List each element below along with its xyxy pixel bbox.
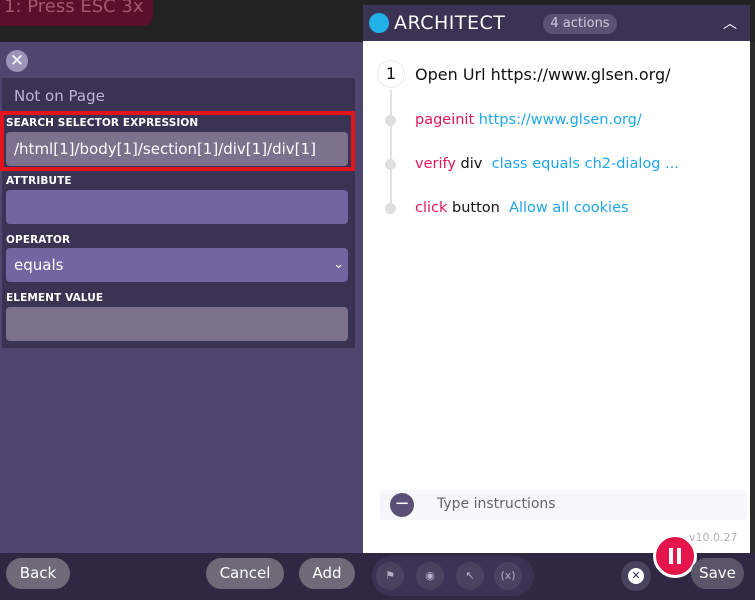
- step-dot: [385, 115, 396, 126]
- step-dot: [385, 203, 396, 214]
- step-value: https://www.glsen.org/: [478, 112, 642, 128]
- flag-icon[interactable]: ⚑: [376, 562, 404, 590]
- step-number: 1: [378, 61, 404, 87]
- operator-value: equals: [14, 256, 64, 274]
- step-dot: [385, 159, 396, 170]
- variable-icon[interactable]: (x): [494, 562, 522, 590]
- step-value: class equals ch2-dialog ...: [491, 156, 679, 172]
- close-icon[interactable]: ✕: [6, 50, 28, 72]
- close-icon: ✕: [628, 568, 644, 584]
- step-verify[interactable]: verify div class equals ch2-dialog ...: [415, 156, 679, 172]
- step-pageinit[interactable]: pageinit https://www.glsen.org/: [415, 112, 642, 128]
- pause-icon: [669, 548, 673, 564]
- attribute-input[interactable]: [6, 190, 348, 224]
- esc-hint: 1: Press ESC 3x: [0, 0, 153, 26]
- element-value-label: ELEMENT VALUE: [6, 292, 104, 304]
- add-button[interactable]: Add: [299, 558, 355, 589]
- architect-panel: [363, 5, 750, 553]
- step-command: verify: [415, 156, 456, 172]
- chevron-down-icon: ⌄: [333, 257, 344, 272]
- actions-count-badge: 4 actions: [543, 14, 617, 34]
- operator-label: OPERATOR: [6, 234, 71, 246]
- cancel-button[interactable]: Cancel: [206, 558, 284, 589]
- chevron-up-icon[interactable]: ︿: [723, 13, 737, 33]
- minus-icon[interactable]: −: [390, 493, 414, 517]
- element-value-input[interactable]: [6, 307, 348, 341]
- architect-title: ARCHITECT: [394, 12, 506, 34]
- pause-icon: [677, 548, 681, 564]
- version-label: v10.0.27: [689, 531, 738, 544]
- step-value: Allow all cookies: [509, 200, 629, 216]
- step-open-url[interactable]: Open Url https://www.glsen.org/: [415, 65, 671, 84]
- step-target: div: [460, 156, 483, 172]
- steps-timeline: [390, 90, 392, 210]
- operator-select[interactable]: equals ⌄: [6, 248, 348, 282]
- step-command: click: [415, 200, 448, 216]
- step-command: pageinit: [415, 112, 475, 128]
- step-target: button: [452, 200, 500, 216]
- instructions-input[interactable]: Type instructions: [437, 496, 556, 512]
- step-click[interactable]: click button Allow all cookies: [415, 200, 629, 216]
- attribute-label: ATTRIBUTE: [6, 175, 72, 187]
- cursor-icon[interactable]: ↖: [456, 562, 484, 590]
- architect-logo-icon: [369, 13, 389, 33]
- page-status: Not on Page: [14, 87, 105, 105]
- save-button[interactable]: Save: [691, 558, 744, 589]
- instructions-box[interactable]: [380, 490, 747, 520]
- back-button[interactable]: Back: [6, 558, 70, 589]
- selector-highlight-box: [0, 111, 355, 171]
- eye-icon[interactable]: ◉: [416, 562, 444, 590]
- dismiss-button[interactable]: ✕: [621, 561, 651, 591]
